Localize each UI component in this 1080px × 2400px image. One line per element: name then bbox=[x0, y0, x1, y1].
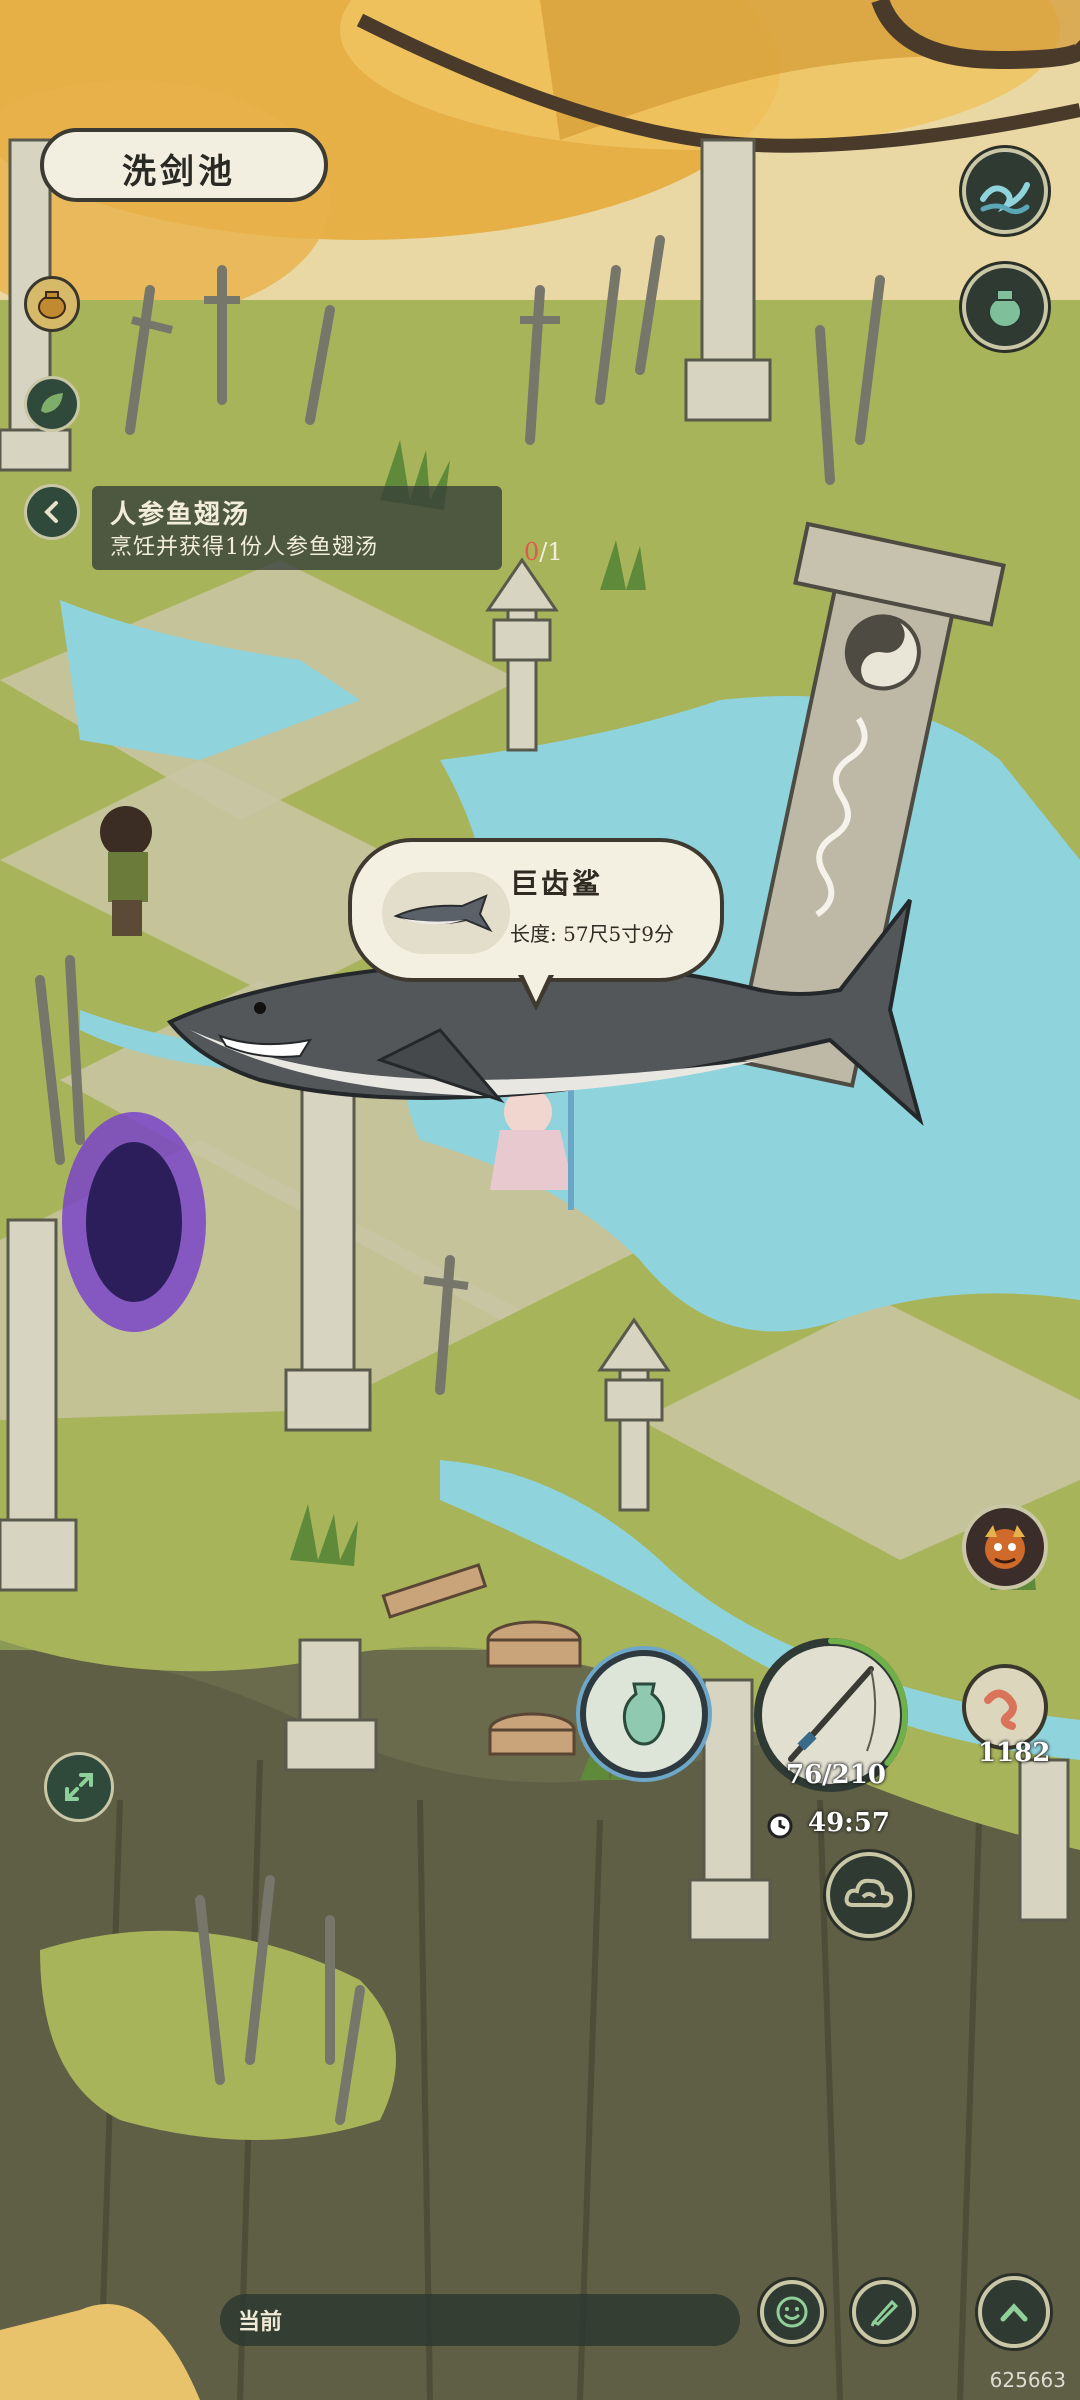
quest-title: 人参鱼翅汤 bbox=[110, 500, 251, 530]
compose-button[interactable] bbox=[852, 2280, 916, 2344]
watermark-text: 625663 bbox=[989, 2368, 1066, 2392]
pouch-button[interactable] bbox=[24, 276, 80, 332]
back-arrow-icon bbox=[44, 501, 58, 523]
fish-thumbnail bbox=[382, 872, 510, 954]
jar-icon bbox=[988, 289, 1022, 328]
water-skill-button[interactable] bbox=[962, 148, 1048, 234]
demon-face-icon bbox=[985, 1525, 1025, 1569]
location-name: 洗剑池 bbox=[122, 152, 236, 192]
quest-tracker[interactable]: 人参鱼翅汤 烹饪并获得1份人参鱼翅汤 0/1 bbox=[92, 486, 563, 570]
leaf-icon bbox=[41, 393, 63, 413]
catch-info-bubble: 巨齿鲨 长度: 57尺5寸9分 bbox=[348, 838, 724, 982]
quest-collapse-button[interactable] bbox=[24, 484, 80, 540]
expand-button[interactable] bbox=[44, 1752, 114, 1822]
bait-count: 1182 bbox=[978, 1738, 1051, 1768]
timer-text: 49:57 bbox=[808, 1808, 890, 1838]
rod-durability: 76/210 bbox=[786, 1760, 886, 1790]
fish-name: 巨齿鲨 bbox=[510, 867, 604, 900]
emote-button[interactable] bbox=[760, 2280, 824, 2344]
clock-icon bbox=[767, 1813, 793, 1839]
boss-button[interactable] bbox=[962, 1504, 1048, 1590]
wave-icon bbox=[980, 182, 1030, 215]
quest-progress: 0/1 bbox=[524, 538, 563, 566]
fish-length: 长度: 57尺5寸9分 bbox=[510, 922, 674, 946]
location-label: 洗剑池 bbox=[40, 128, 328, 202]
pouch-icon bbox=[38, 291, 66, 319]
quest-progress-total: /1 bbox=[539, 538, 563, 566]
smile-icon bbox=[776, 2296, 808, 2328]
bubble-tail-fill bbox=[522, 972, 550, 1002]
chat-bar[interactable]: 当前 bbox=[220, 2294, 740, 2346]
shark-thumbnail-icon bbox=[393, 894, 493, 933]
chat-channel-label: 当前 bbox=[238, 2309, 283, 2335]
expand-icon bbox=[65, 1773, 93, 1801]
leaf-button[interactable] bbox=[24, 376, 80, 432]
quest-description: 烹饪并获得1份人参鱼翅汤 bbox=[110, 535, 378, 560]
vase-icon bbox=[622, 1682, 666, 1746]
game-scene bbox=[0, 0, 1080, 2400]
jar-button[interactable] bbox=[962, 264, 1048, 350]
quill-icon bbox=[870, 2299, 899, 2327]
quest-progress-current: 0 bbox=[524, 538, 540, 566]
cloud-button[interactable] bbox=[826, 1852, 912, 1938]
up-arrow-icon bbox=[1000, 2303, 1028, 2322]
menu-up-button[interactable] bbox=[978, 2276, 1050, 2348]
cloud-icon bbox=[844, 1878, 894, 1908]
worm-icon bbox=[984, 1689, 1017, 1730]
vase-button[interactable] bbox=[580, 1650, 708, 1778]
